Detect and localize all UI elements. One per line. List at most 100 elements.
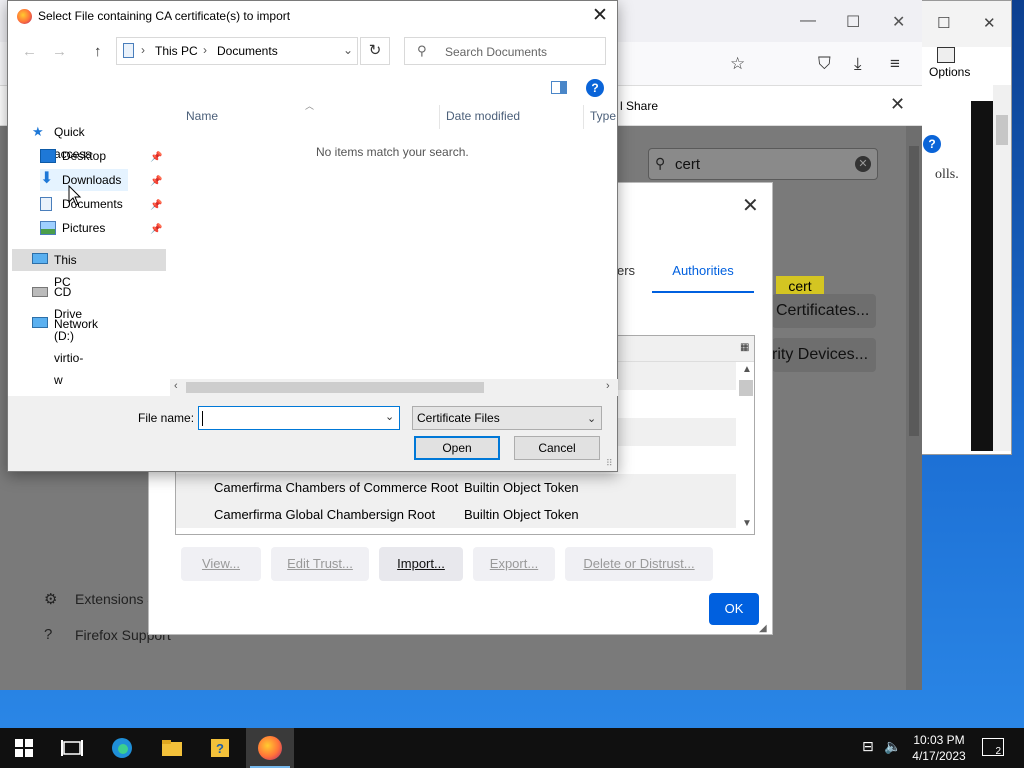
scrollbar-thumb[interactable]	[186, 382, 484, 393]
resize-grip-icon[interactable]: ◢	[759, 623, 767, 634]
options-icon[interactable]	[937, 47, 955, 63]
chevron-right-icon[interactable]: ›	[141, 43, 145, 57]
file-name-label: File name:	[138, 411, 195, 425]
edit-trust-button[interactable]: Edit Trust...	[271, 547, 369, 581]
bookmark-star-icon[interactable]: ☆	[730, 54, 745, 74]
firefox-icon	[17, 9, 32, 24]
close-notification-icon[interactable]: ✕	[890, 94, 905, 115]
share-label[interactable]: l Share	[620, 99, 658, 113]
pin-icon[interactable]: 📌	[150, 152, 162, 163]
column-divider[interactable]	[583, 105, 584, 129]
clear-search-icon[interactable]: ✕	[855, 156, 871, 172]
address-bar[interactable]: › This PC › Documents ⌄	[116, 37, 358, 65]
breadcrumb-this-pc[interactable]: This PC	[155, 44, 198, 58]
network-tray-icon[interactable]: ⊟	[862, 738, 874, 755]
sort-arrow-icon: ︿	[305, 101, 315, 111]
table-row[interactable]: Camerfirma Global Chambersign Root Built…	[176, 502, 736, 528]
table-row[interactable]: Camerfirma Chambers of Commerce Root Bui…	[176, 474, 736, 502]
delete-distrust-button[interactable]: Delete or Distrust...	[565, 547, 713, 581]
clock-date: 4/17/2023	[912, 749, 966, 763]
background-text: olls.	[935, 167, 959, 182]
forward-arrow-icon[interactable]: →	[52, 43, 67, 60]
page-scrollbar[interactable]	[906, 126, 922, 690]
preview-pane-icon[interactable]	[551, 81, 567, 94]
help-icon[interactable]: ?	[586, 79, 604, 97]
close-icon[interactable]: ✕	[592, 4, 608, 27]
cert-name: Camerfirma Chambers of Commerce Root	[214, 480, 459, 495]
taskbar-firefox-item[interactable]	[246, 728, 294, 768]
chevron-down-icon[interactable]: ⌄	[587, 408, 596, 430]
system-clock[interactable]: 10:03 PM 4/17/2023	[904, 732, 974, 764]
tab-authorities[interactable]: Authorities	[652, 253, 754, 293]
nav-label: Pictures	[62, 221, 106, 235]
edge-browser-icon[interactable]	[110, 736, 134, 760]
scrollbar-thumb[interactable]	[996, 115, 1008, 145]
up-arrow-icon[interactable]: ↑	[94, 43, 102, 60]
maximize-icon[interactable]: ☐	[846, 12, 860, 32]
extensions-link[interactable]: Extensions &	[75, 591, 157, 607]
settings-search-input[interactable]: ⚲ cert ✕	[648, 148, 878, 180]
task-view-icon[interactable]	[60, 736, 84, 760]
pin-icon[interactable]: 📌	[150, 224, 162, 235]
scrollbar-thumb[interactable]	[739, 380, 753, 396]
svg-text:?: ?	[216, 741, 224, 756]
chevron-down-icon[interactable]: ⌄	[385, 410, 394, 423]
minimize-icon[interactable]: —	[800, 12, 816, 30]
chevron-down-icon[interactable]: ⌄	[343, 43, 353, 57]
view-certificates-button[interactable]: Certificates...	[772, 294, 876, 328]
refresh-button[interactable]: ↻	[360, 37, 390, 65]
file-name-input[interactable]: ⌄	[198, 406, 400, 430]
volume-muted-icon[interactable]: 🔈	[884, 738, 901, 755]
help-circle-icon: ?	[44, 626, 53, 643]
column-picker-icon[interactable]: ▦	[740, 342, 749, 353]
notification-center-icon[interactable]: 2	[982, 738, 1004, 757]
breadcrumb-documents[interactable]: Documents	[217, 44, 278, 58]
column-divider[interactable]	[439, 105, 440, 129]
security-devices-button[interactable]: rity Devices...	[772, 338, 876, 372]
pin-icon[interactable]: 📌	[150, 200, 162, 211]
cert-token: Builtin Object Token	[464, 480, 579, 495]
column-type[interactable]: Type	[590, 109, 616, 123]
import-button[interactable]: Import...	[379, 547, 463, 581]
cancel-button[interactable]: Cancel	[514, 436, 600, 460]
dialog-footer: File name: ⌄ Certificate Files ⌄ Open Ca…	[8, 396, 617, 471]
search-input[interactable]: ⚲ Search Documents	[404, 37, 606, 65]
cert-token: Builtin Object Token	[464, 507, 579, 522]
file-type-select[interactable]: Certificate Files ⌄	[412, 406, 602, 430]
close-icon[interactable]: ✕	[742, 193, 759, 218]
close-icon[interactable]: ✕	[983, 14, 996, 32]
scrollbar-thumb[interactable]	[909, 146, 919, 436]
resize-grip-icon[interactable]: ⠿	[606, 458, 613, 469]
maximize-icon[interactable]: ☐	[937, 14, 950, 32]
back-arrow-icon[interactable]: ←	[22, 43, 37, 60]
menu-icon[interactable]: ≡	[890, 54, 900, 74]
windows-start-icon[interactable]	[12, 736, 36, 760]
pin-icon[interactable]: 📌	[150, 176, 162, 187]
column-name[interactable]: Name	[186, 109, 218, 123]
export-button[interactable]: Export...	[473, 547, 555, 581]
taskbar: ? ⊟ 🔈 10:03 PM 4/17/2023 2	[0, 728, 1024, 768]
file-explorer-icon[interactable]	[160, 736, 184, 760]
view-button[interactable]: View...	[181, 547, 261, 581]
background-scrollbar[interactable]	[993, 85, 1011, 451]
scroll-left-icon[interactable]: ‹	[174, 380, 178, 392]
column-date-modified[interactable]: Date modified	[446, 109, 520, 123]
scroll-right-icon[interactable]: ›	[606, 380, 610, 392]
tab-servers[interactable]: ers	[617, 263, 635, 278]
tree-scrollbar[interactable]: ▲ ▼	[738, 362, 754, 534]
close-icon[interactable]: ✕	[892, 12, 905, 32]
chevron-right-icon[interactable]: ›	[203, 43, 207, 57]
pictures-icon	[40, 221, 56, 235]
ok-button[interactable]: OK	[709, 593, 759, 625]
options-label[interactable]: Options	[929, 65, 970, 79]
mouse-cursor-icon	[68, 185, 82, 206]
scroll-up-icon[interactable]: ▲	[742, 364, 752, 375]
scroll-down-icon[interactable]: ▼	[742, 518, 752, 529]
pocket-icon[interactable]: ⛉	[818, 54, 831, 74]
help-app-icon[interactable]: ?	[208, 736, 232, 760]
notification-count: 2	[995, 746, 1001, 757]
horizontal-scrollbar[interactable]: ‹ ›	[170, 379, 618, 396]
help-icon[interactable]: ?	[923, 135, 941, 153]
downloads-icon[interactable]: ⤓	[854, 54, 862, 74]
open-button[interactable]: Open	[414, 436, 500, 460]
